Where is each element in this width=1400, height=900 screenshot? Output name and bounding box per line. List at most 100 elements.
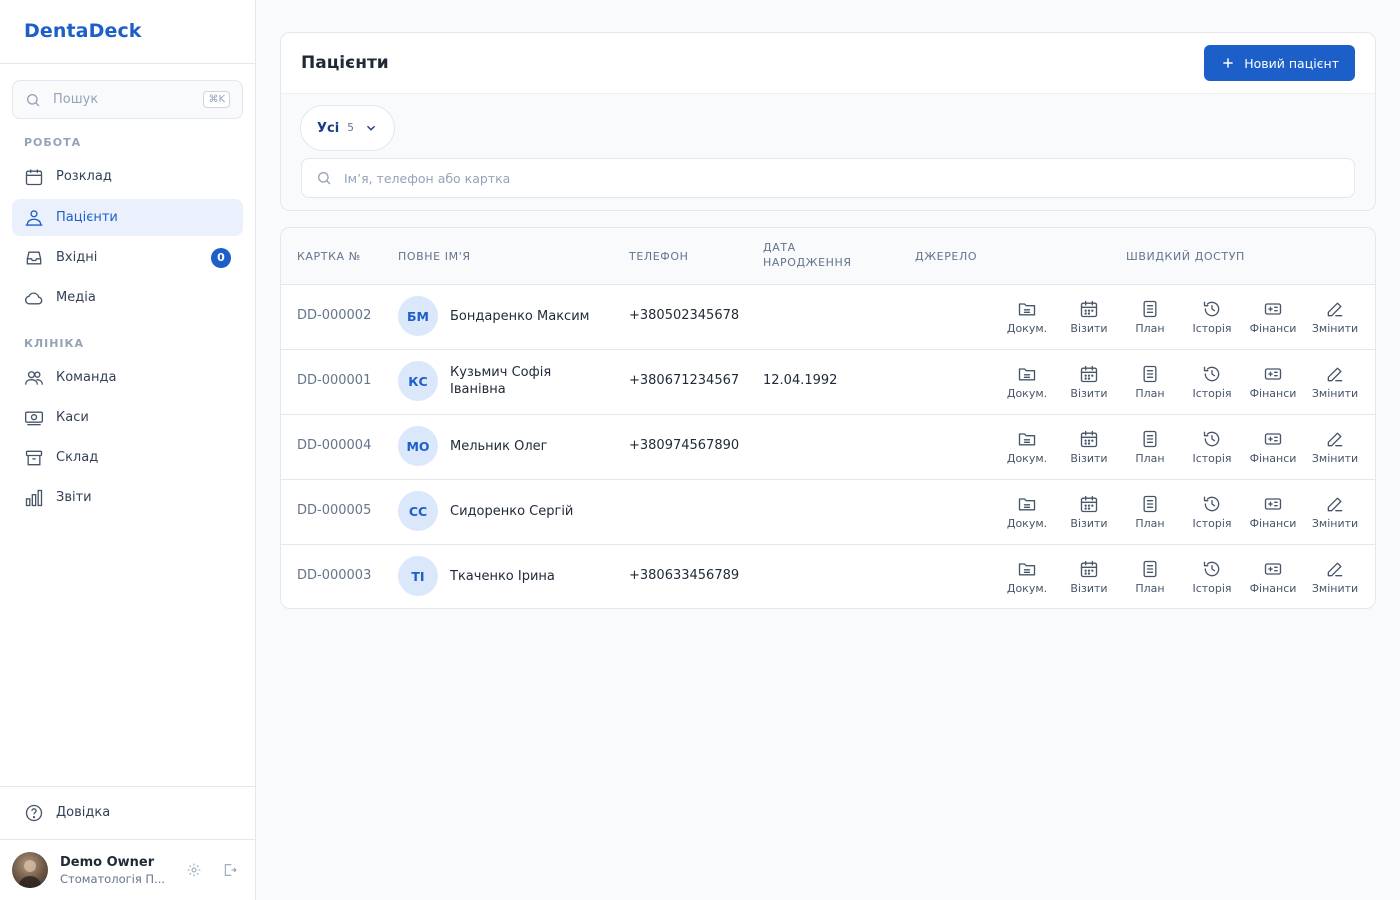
- section-title-clinic: КЛІНІКА: [24, 337, 85, 350]
- divider: [0, 786, 256, 787]
- table-row[interactable]: DD-000004 МО Мельник Олег +380974567890 Доку…: [281, 415, 1375, 480]
- quick-action-label: Змінити: [1311, 452, 1359, 465]
- quick-action-documents[interactable]: Докум.: [996, 364, 1058, 400]
- divider: [0, 839, 256, 840]
- quick-action-label: Візити: [1070, 322, 1108, 335]
- user-org: Стоматологія П...: [60, 871, 166, 886]
- table-row[interactable]: DD-000003 ТІ Ткаченко Ірина +380633456789 До…: [281, 545, 1375, 608]
- table-row[interactable]: DD-000001 КС Кузьмич Софія Іванівна +380671…: [281, 350, 1375, 415]
- sidebar-item-help[interactable]: Довідка: [12, 794, 243, 831]
- quick-action-label: Історія: [1192, 582, 1232, 595]
- logout-icon[interactable]: [222, 862, 238, 878]
- patient-search-input[interactable]: Ім’я, телефон або картка: [301, 158, 1355, 198]
- quick-action-finance[interactable]: Фінанси: [1242, 364, 1304, 400]
- team-icon: [25, 370, 43, 385]
- quick-action-history[interactable]: Історія: [1181, 494, 1243, 530]
- column-header-card[interactable]: КАРТКА №: [297, 249, 361, 264]
- quick-action-finance[interactable]: Фінанси: [1242, 559, 1304, 595]
- quick-action-history[interactable]: Історія: [1181, 559, 1243, 595]
- clipboard-icon: [1143, 560, 1157, 578]
- quick-action-edit[interactable]: Змінити: [1304, 559, 1366, 595]
- sidebar-item-schedule[interactable]: Розклад: [12, 158, 243, 195]
- quick-action-documents[interactable]: Докум.: [996, 494, 1058, 530]
- quick-action-edit[interactable]: Змінити: [1304, 364, 1366, 400]
- patient-name[interactable]: Кузьмич Софія Іванівна: [450, 364, 600, 398]
- sidebar-item-team[interactable]: Команда: [12, 359, 243, 396]
- avatar-photo: [18, 860, 42, 888]
- quick-action-visits[interactable]: Візити: [1058, 494, 1120, 530]
- sidebar-search[interactable]: Пошук ⌘K: [12, 80, 243, 119]
- card-number[interactable]: DD-000002: [297, 308, 371, 323]
- quick-action-label: План: [1135, 322, 1165, 335]
- quick-action-visits[interactable]: Візити: [1058, 559, 1120, 595]
- inbox-count-badge: 0: [211, 247, 231, 268]
- quick-action-label: План: [1135, 582, 1165, 595]
- quick-action-label: Візити: [1070, 517, 1108, 530]
- quick-action-finance[interactable]: Фінанси: [1242, 299, 1304, 335]
- finance-icon: [1264, 563, 1282, 575]
- clipboard-icon: [1143, 495, 1157, 513]
- column-header-source[interactable]: ДЖЕРЕЛО: [915, 249, 977, 264]
- patient-phone: +380671234567: [629, 373, 740, 388]
- sidebar-item-warehouse[interactable]: Склад: [12, 439, 243, 476]
- avatar[interactable]: [12, 852, 48, 888]
- quick-action-documents[interactable]: Докум.: [996, 429, 1058, 465]
- gear-icon[interactable]: [186, 862, 202, 878]
- quick-action-edit[interactable]: Змінити: [1304, 494, 1366, 530]
- quick-action-label: Докум.: [1006, 387, 1048, 400]
- history-icon: [1203, 431, 1220, 447]
- quick-action-edit[interactable]: Змінити: [1304, 299, 1366, 335]
- sidebar-item-reports[interactable]: Звіти: [12, 479, 243, 516]
- quick-action-label: Змінити: [1311, 322, 1359, 335]
- quick-action-label: Фінанси: [1249, 452, 1297, 465]
- new-patient-button[interactable]: Новий пацієнт: [1204, 45, 1355, 81]
- sidebar-item-patients[interactable]: Пацієнти: [12, 199, 243, 236]
- quick-action-plan[interactable]: План: [1119, 364, 1181, 400]
- archive-icon: [25, 450, 43, 465]
- history-icon: [1203, 301, 1220, 317]
- patient-name[interactable]: Сидоренко Сергій: [450, 503, 600, 520]
- quick-action-visits[interactable]: Візити: [1058, 429, 1120, 465]
- users-icon: [25, 209, 43, 226]
- patient-name[interactable]: Бондаренко Максим: [450, 308, 600, 325]
- quick-action-plan[interactable]: План: [1119, 429, 1181, 465]
- quick-action-label: Змінити: [1311, 387, 1359, 400]
- patients-header-card: Пацієнти Новий пацієнт Усі 5 Ім’я, телеф…: [280, 32, 1376, 211]
- table-row[interactable]: DD-000005 СС Сидоренко Сергій Докум. Візити П…: [281, 480, 1375, 545]
- sidebar-item-inbox[interactable]: Вхідні 0: [12, 239, 243, 276]
- column-header-phone[interactable]: ТЕЛЕФОН: [629, 249, 689, 264]
- column-header-dob[interactable]: ДАТА НАРОДЖЕННЯ: [763, 240, 852, 270]
- quick-action-edit[interactable]: Змінити: [1304, 429, 1366, 465]
- sidebar-item-cash[interactable]: Каси: [12, 399, 243, 436]
- brand: DentaDeck: [0, 0, 255, 64]
- column-header-name[interactable]: ПОВНЕ ІМ'Я: [398, 249, 471, 264]
- patient-initials-avatar: МО: [398, 426, 438, 466]
- quick-action-plan[interactable]: План: [1119, 299, 1181, 335]
- quick-action-label: План: [1135, 517, 1165, 530]
- new-patient-label: Новий пацієнт: [1244, 55, 1339, 71]
- section-title-work: РОБОТА: [24, 136, 82, 149]
- patient-name[interactable]: Ткаченко Ірина: [450, 568, 600, 585]
- quick-action-history[interactable]: Історія: [1181, 299, 1243, 335]
- patient-search-placeholder: Ім’я, телефон або картка: [344, 170, 511, 186]
- filter-dropdown[interactable]: Усі 5: [300, 105, 395, 151]
- quick-action-documents[interactable]: Докум.: [996, 559, 1058, 595]
- card-number[interactable]: DD-000001: [297, 373, 371, 388]
- app-logo[interactable]: DentaDeck: [24, 20, 142, 42]
- quick-action-visits[interactable]: Візити: [1058, 364, 1120, 400]
- card-number[interactable]: DD-000005: [297, 503, 371, 518]
- patient-name[interactable]: Мельник Олег: [450, 438, 600, 455]
- quick-action-finance[interactable]: Фінанси: [1242, 429, 1304, 465]
- quick-action-label: Докум.: [1006, 517, 1048, 530]
- quick-action-finance[interactable]: Фінанси: [1242, 494, 1304, 530]
- quick-action-plan[interactable]: План: [1119, 494, 1181, 530]
- quick-action-history[interactable]: Історія: [1181, 429, 1243, 465]
- card-number[interactable]: DD-000003: [297, 568, 371, 583]
- quick-action-documents[interactable]: Докум.: [996, 299, 1058, 335]
- card-number[interactable]: DD-000004: [297, 438, 371, 453]
- sidebar-item-media[interactable]: Медіа: [12, 279, 243, 316]
- quick-action-history[interactable]: Історія: [1181, 364, 1243, 400]
- quick-action-visits[interactable]: Візити: [1058, 299, 1120, 335]
- quick-action-plan[interactable]: План: [1119, 559, 1181, 595]
- table-row[interactable]: DD-000002 БМ Бондаренко Максим +38050234567…: [281, 285, 1375, 350]
